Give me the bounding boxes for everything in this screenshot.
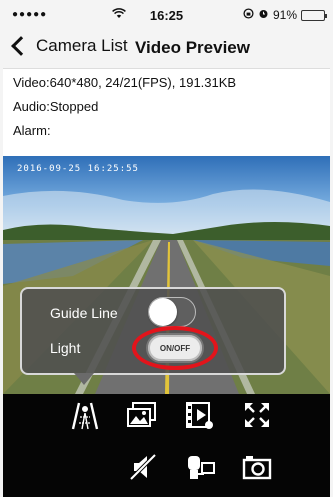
alarm-clock-icon — [258, 8, 269, 22]
gallery-icon[interactable] — [123, 398, 159, 432]
back-label: Camera List — [36, 36, 128, 55]
mute-icon[interactable] — [125, 450, 161, 484]
battery-icon — [301, 9, 327, 21]
light-label: Light — [50, 340, 81, 356]
snapshot-icon[interactable] — [239, 450, 275, 484]
audio-info: Audio:Stopped — [13, 99, 99, 114]
rotation-lock-icon — [243, 8, 254, 22]
navigation-bar: Camera List Video Preview — [0, 30, 333, 68]
guide-line-label: Guide Line — [50, 305, 118, 321]
fullscreen-icon[interactable] — [239, 398, 275, 432]
alarm-info: Alarm: — [13, 123, 51, 138]
guide-line-toggle[interactable] — [148, 297, 196, 327]
camera-switch-icon[interactable] — [183, 450, 219, 484]
stream-info-panel: Video:640*480, 24/21(FPS), 191.31KB Audi… — [3, 68, 330, 156]
settings-popup: Guide Line Light ON/OFF — [20, 287, 286, 385]
video-record-icon[interactable] — [181, 398, 217, 432]
guide-line-icon[interactable] — [67, 398, 103, 432]
page-title: Video Preview — [135, 38, 250, 57]
control-toolbar — [3, 394, 330, 497]
status-right: 91% — [243, 8, 327, 22]
battery-percent: 91% — [272, 8, 297, 22]
back-button[interactable]: Camera List — [8, 36, 128, 56]
light-onoff-button[interactable]: ON/OFF — [146, 333, 204, 363]
video-timestamp: 2016-09-25 16:25:55 — [17, 164, 139, 174]
popup-pointer — [74, 373, 94, 385]
toggle-knob — [149, 298, 177, 326]
chevron-left-icon — [11, 36, 31, 56]
status-bar: ●●●●● 16:25 91% — [0, 0, 333, 30]
phone-screen: ●●●●● 16:25 91% Camera List Video Previe… — [0, 0, 333, 497]
video-info: Video:640*480, 24/21(FPS), 191.31KB — [13, 75, 237, 90]
